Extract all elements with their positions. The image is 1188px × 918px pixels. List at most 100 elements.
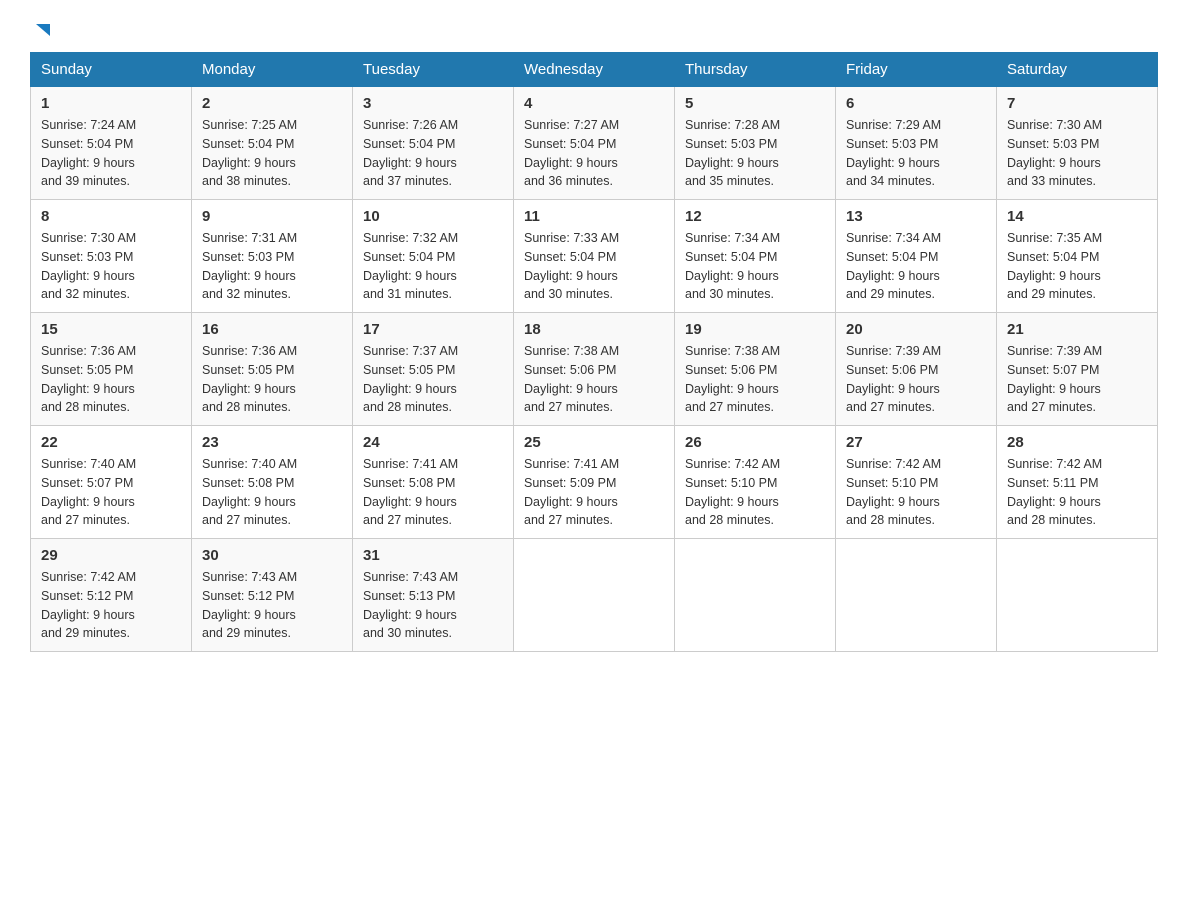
- day-info: Sunrise: 7:24 AM Sunset: 5:04 PM Dayligh…: [41, 116, 181, 191]
- day-number: 12: [685, 208, 825, 225]
- calendar-cell: [997, 539, 1158, 652]
- day-number: 23: [202, 434, 342, 451]
- day-info: Sunrise: 7:31 AM Sunset: 5:03 PM Dayligh…: [202, 229, 342, 304]
- day-number: 17: [363, 321, 503, 338]
- calendar-cell: 9 Sunrise: 7:31 AM Sunset: 5:03 PM Dayli…: [192, 200, 353, 313]
- day-number: 6: [846, 95, 986, 112]
- day-info: Sunrise: 7:35 AM Sunset: 5:04 PM Dayligh…: [1007, 229, 1147, 304]
- day-number: 14: [1007, 208, 1147, 225]
- header-thursday: Thursday: [675, 53, 836, 87]
- day-number: 25: [524, 434, 664, 451]
- day-info: Sunrise: 7:34 AM Sunset: 5:04 PM Dayligh…: [846, 229, 986, 304]
- day-number: 26: [685, 434, 825, 451]
- calendar-cell: 31 Sunrise: 7:43 AM Sunset: 5:13 PM Dayl…: [353, 539, 514, 652]
- calendar-cell: 4 Sunrise: 7:27 AM Sunset: 5:04 PM Dayli…: [514, 87, 675, 200]
- day-number: 28: [1007, 434, 1147, 451]
- day-number: 4: [524, 95, 664, 112]
- day-number: 15: [41, 321, 181, 338]
- day-info: Sunrise: 7:30 AM Sunset: 5:03 PM Dayligh…: [1007, 116, 1147, 191]
- day-info: Sunrise: 7:39 AM Sunset: 5:07 PM Dayligh…: [1007, 342, 1147, 417]
- calendar-week-row: 15 Sunrise: 7:36 AM Sunset: 5:05 PM Dayl…: [31, 313, 1158, 426]
- calendar-cell: 22 Sunrise: 7:40 AM Sunset: 5:07 PM Dayl…: [31, 426, 192, 539]
- day-info: Sunrise: 7:36 AM Sunset: 5:05 PM Dayligh…: [202, 342, 342, 417]
- calendar-table: SundayMondayTuesdayWednesdayThursdayFrid…: [30, 52, 1158, 652]
- day-number: 13: [846, 208, 986, 225]
- calendar-cell: 1 Sunrise: 7:24 AM Sunset: 5:04 PM Dayli…: [31, 87, 192, 200]
- day-info: Sunrise: 7:39 AM Sunset: 5:06 PM Dayligh…: [846, 342, 986, 417]
- day-number: 31: [363, 547, 503, 564]
- day-number: 9: [202, 208, 342, 225]
- day-info: Sunrise: 7:34 AM Sunset: 5:04 PM Dayligh…: [685, 229, 825, 304]
- day-number: 29: [41, 547, 181, 564]
- day-info: Sunrise: 7:42 AM Sunset: 5:10 PM Dayligh…: [685, 455, 825, 530]
- day-number: 24: [363, 434, 503, 451]
- day-info: Sunrise: 7:40 AM Sunset: 5:07 PM Dayligh…: [41, 455, 181, 530]
- calendar-cell: 21 Sunrise: 7:39 AM Sunset: 5:07 PM Dayl…: [997, 313, 1158, 426]
- day-info: Sunrise: 7:33 AM Sunset: 5:04 PM Dayligh…: [524, 229, 664, 304]
- calendar-week-row: 29 Sunrise: 7:42 AM Sunset: 5:12 PM Dayl…: [31, 539, 1158, 652]
- day-number: 18: [524, 321, 664, 338]
- day-number: 22: [41, 434, 181, 451]
- logo: [30, 20, 54, 42]
- header-monday: Monday: [192, 53, 353, 87]
- day-info: Sunrise: 7:26 AM Sunset: 5:04 PM Dayligh…: [363, 116, 503, 191]
- day-number: 7: [1007, 95, 1147, 112]
- day-info: Sunrise: 7:41 AM Sunset: 5:08 PM Dayligh…: [363, 455, 503, 530]
- header-wednesday: Wednesday: [514, 53, 675, 87]
- header-friday: Friday: [836, 53, 997, 87]
- day-number: 2: [202, 95, 342, 112]
- day-number: 10: [363, 208, 503, 225]
- calendar-cell: 10 Sunrise: 7:32 AM Sunset: 5:04 PM Dayl…: [353, 200, 514, 313]
- day-number: 11: [524, 208, 664, 225]
- calendar-cell: 23 Sunrise: 7:40 AM Sunset: 5:08 PM Dayl…: [192, 426, 353, 539]
- calendar-cell: [836, 539, 997, 652]
- day-number: 21: [1007, 321, 1147, 338]
- calendar-cell: 24 Sunrise: 7:41 AM Sunset: 5:08 PM Dayl…: [353, 426, 514, 539]
- calendar-week-row: 22 Sunrise: 7:40 AM Sunset: 5:07 PM Dayl…: [31, 426, 1158, 539]
- day-info: Sunrise: 7:37 AM Sunset: 5:05 PM Dayligh…: [363, 342, 503, 417]
- calendar-week-row: 1 Sunrise: 7:24 AM Sunset: 5:04 PM Dayli…: [31, 87, 1158, 200]
- calendar-cell: 12 Sunrise: 7:34 AM Sunset: 5:04 PM Dayl…: [675, 200, 836, 313]
- day-number: 8: [41, 208, 181, 225]
- calendar-cell: 3 Sunrise: 7:26 AM Sunset: 5:04 PM Dayli…: [353, 87, 514, 200]
- day-info: Sunrise: 7:41 AM Sunset: 5:09 PM Dayligh…: [524, 455, 664, 530]
- calendar-cell: 27 Sunrise: 7:42 AM Sunset: 5:10 PM Dayl…: [836, 426, 997, 539]
- day-number: 27: [846, 434, 986, 451]
- day-info: Sunrise: 7:32 AM Sunset: 5:04 PM Dayligh…: [363, 229, 503, 304]
- day-number: 30: [202, 547, 342, 564]
- calendar-cell: 29 Sunrise: 7:42 AM Sunset: 5:12 PM Dayl…: [31, 539, 192, 652]
- calendar-cell: 20 Sunrise: 7:39 AM Sunset: 5:06 PM Dayl…: [836, 313, 997, 426]
- day-number: 5: [685, 95, 825, 112]
- calendar-cell: 5 Sunrise: 7:28 AM Sunset: 5:03 PM Dayli…: [675, 87, 836, 200]
- calendar-cell: 28 Sunrise: 7:42 AM Sunset: 5:11 PM Dayl…: [997, 426, 1158, 539]
- calendar-cell: 25 Sunrise: 7:41 AM Sunset: 5:09 PM Dayl…: [514, 426, 675, 539]
- calendar-cell: 30 Sunrise: 7:43 AM Sunset: 5:12 PM Dayl…: [192, 539, 353, 652]
- calendar-cell: 16 Sunrise: 7:36 AM Sunset: 5:05 PM Dayl…: [192, 313, 353, 426]
- calendar-cell: 11 Sunrise: 7:33 AM Sunset: 5:04 PM Dayl…: [514, 200, 675, 313]
- day-info: Sunrise: 7:29 AM Sunset: 5:03 PM Dayligh…: [846, 116, 986, 191]
- day-number: 3: [363, 95, 503, 112]
- day-info: Sunrise: 7:30 AM Sunset: 5:03 PM Dayligh…: [41, 229, 181, 304]
- day-info: Sunrise: 7:40 AM Sunset: 5:08 PM Dayligh…: [202, 455, 342, 530]
- day-number: 16: [202, 321, 342, 338]
- day-number: 20: [846, 321, 986, 338]
- day-info: Sunrise: 7:42 AM Sunset: 5:12 PM Dayligh…: [41, 568, 181, 643]
- calendar-cell: [514, 539, 675, 652]
- day-info: Sunrise: 7:25 AM Sunset: 5:04 PM Dayligh…: [202, 116, 342, 191]
- calendar-cell: 13 Sunrise: 7:34 AM Sunset: 5:04 PM Dayl…: [836, 200, 997, 313]
- calendar-cell: [675, 539, 836, 652]
- calendar-header-row: SundayMondayTuesdayWednesdayThursdayFrid…: [31, 53, 1158, 87]
- header-sunday: Sunday: [31, 53, 192, 87]
- header-saturday: Saturday: [997, 53, 1158, 87]
- day-info: Sunrise: 7:42 AM Sunset: 5:11 PM Dayligh…: [1007, 455, 1147, 530]
- page-header: [30, 20, 1158, 42]
- day-number: 1: [41, 95, 181, 112]
- day-number: 19: [685, 321, 825, 338]
- calendar-cell: 14 Sunrise: 7:35 AM Sunset: 5:04 PM Dayl…: [997, 200, 1158, 313]
- day-info: Sunrise: 7:42 AM Sunset: 5:10 PM Dayligh…: [846, 455, 986, 530]
- calendar-cell: 17 Sunrise: 7:37 AM Sunset: 5:05 PM Dayl…: [353, 313, 514, 426]
- calendar-cell: 15 Sunrise: 7:36 AM Sunset: 5:05 PM Dayl…: [31, 313, 192, 426]
- day-info: Sunrise: 7:27 AM Sunset: 5:04 PM Dayligh…: [524, 116, 664, 191]
- calendar-cell: 2 Sunrise: 7:25 AM Sunset: 5:04 PM Dayli…: [192, 87, 353, 200]
- calendar-cell: 19 Sunrise: 7:38 AM Sunset: 5:06 PM Dayl…: [675, 313, 836, 426]
